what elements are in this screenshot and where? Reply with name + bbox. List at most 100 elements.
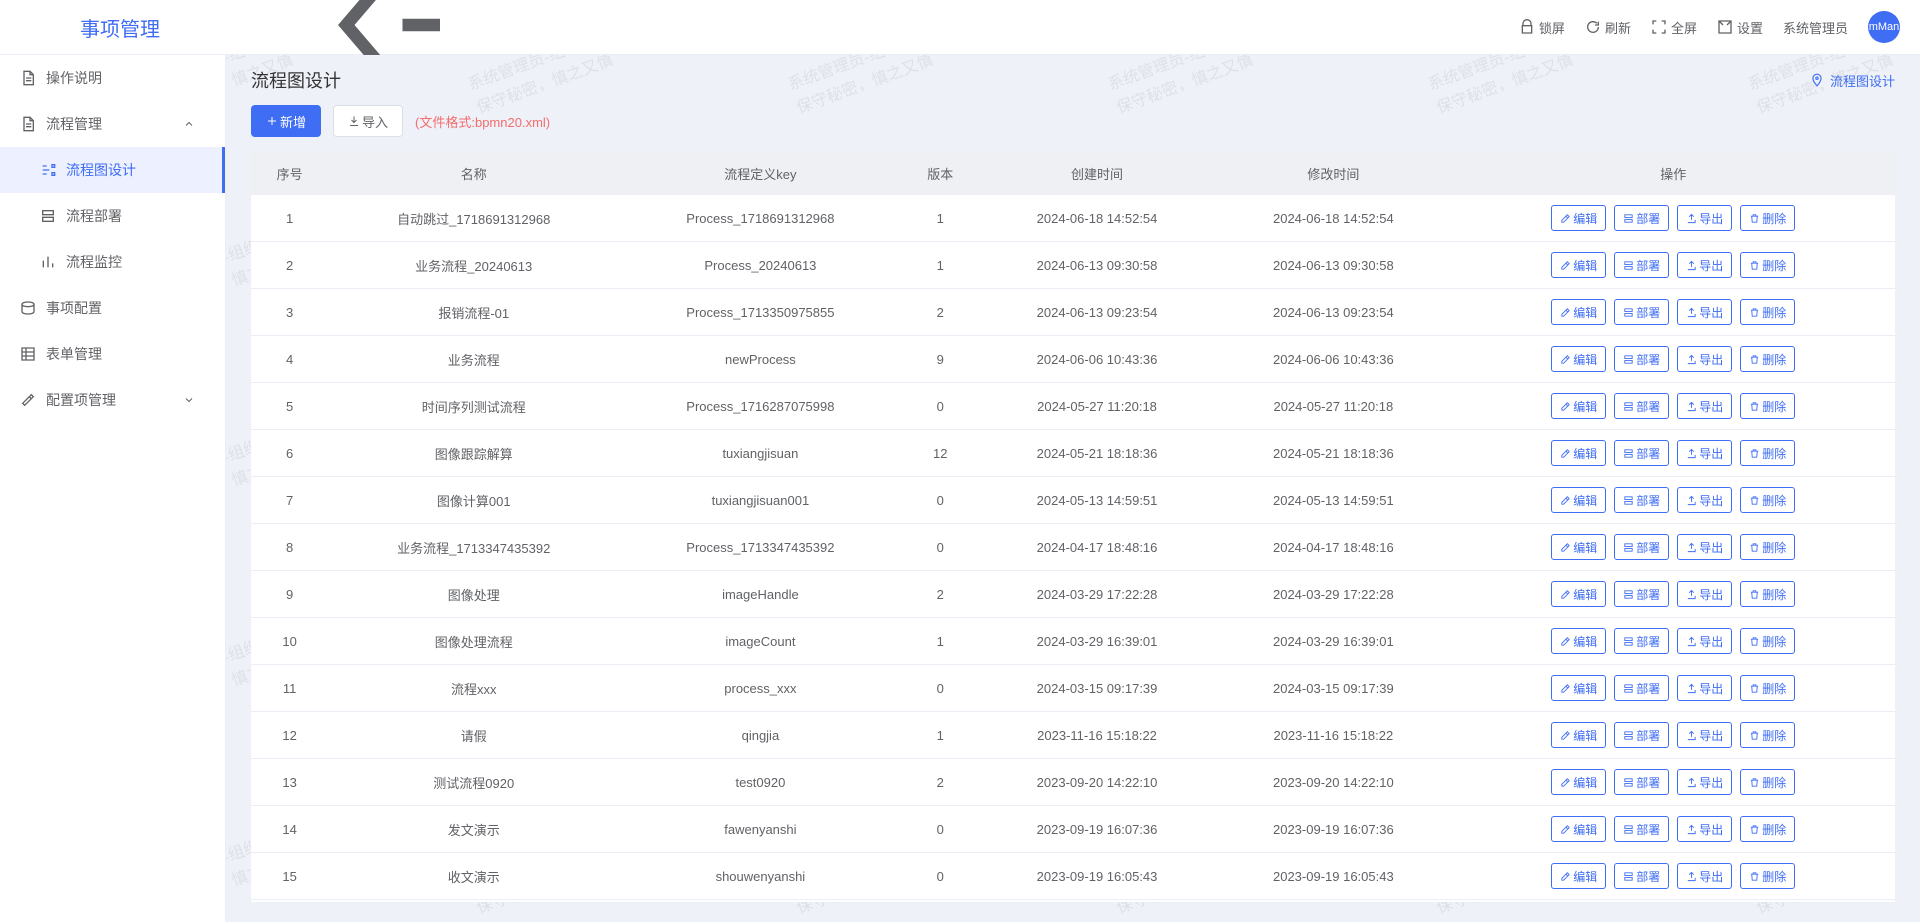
edit-button[interactable]: 编辑 [1551,205,1606,231]
deploy-icon [1623,730,1634,741]
cell-key: qingjia [619,712,901,759]
export-button[interactable]: 导出 [1677,628,1732,654]
cell-modified: 2024-05-21 18:18:36 [1215,430,1451,477]
sidebar-item-5[interactable]: 事项配置 [0,285,225,331]
edit-button[interactable]: 编辑 [1551,393,1606,419]
delete-button[interactable]: 删除 [1740,346,1795,372]
export-button[interactable]: 导出 [1677,863,1732,889]
delete-button[interactable]: 删除 [1740,581,1795,607]
export-button[interactable]: 导出 [1677,816,1732,842]
edit-button[interactable]: 编辑 [1551,534,1606,560]
export-button[interactable]: 导出 [1677,581,1732,607]
lock-screen-button[interactable]: 锁屏 [1519,18,1565,37]
add-label: 新增 [280,112,306,131]
deploy-button[interactable]: 部署 [1614,487,1669,513]
sidebar-item-2[interactable]: 流程图设计 [0,147,225,193]
cell-actions: 编辑 部署 导出 删除 [1452,806,1896,853]
edit-button[interactable]: 编辑 [1551,440,1606,466]
deploy-button[interactable]: 部署 [1614,346,1669,372]
delete-button[interactable]: 删除 [1740,252,1795,278]
header: 事项管理 锁屏 刷新 全屏 设置 系统管理员 mMan [0,0,1920,55]
delete-button[interactable]: 删除 [1740,440,1795,466]
sidebar-item-7[interactable]: 配置项管理 [0,377,225,423]
sidebar-item-label: 事项配置 [46,298,102,318]
delete-button[interactable]: 删除 [1740,205,1795,231]
settings-label: 设置 [1737,18,1763,37]
deploy-button[interactable]: 部署 [1614,722,1669,748]
export-button[interactable]: 导出 [1677,769,1732,795]
location-icon [1810,73,1824,87]
export-button[interactable]: 导出 [1677,487,1732,513]
delete-button[interactable]: 删除 [1740,722,1795,748]
settings-button[interactable]: 设置 [1717,18,1763,37]
edit-button[interactable]: 编辑 [1551,722,1606,748]
edit-icon [1560,260,1571,271]
deploy-button[interactable]: 部署 [1614,440,1669,466]
fullscreen-button[interactable]: 全屏 [1651,18,1697,37]
cell-created: 2023-11-16 15:18:22 [979,712,1215,759]
delete-icon [1749,730,1760,741]
refresh-button[interactable]: 刷新 [1585,18,1631,37]
cell-index: 8 [251,524,328,571]
table-container[interactable]: 序号名称流程定义key版本创建时间修改时间操作 1 自动跳过_171869131… [251,152,1895,902]
export-button[interactable]: 导出 [1677,534,1732,560]
flow-icon [40,162,56,178]
edit-button[interactable]: 编辑 [1551,628,1606,654]
edit-button[interactable]: 编辑 [1551,346,1606,372]
export-button[interactable]: 导出 [1677,440,1732,466]
edit-button[interactable]: 编辑 [1551,252,1606,278]
export-button[interactable]: 导出 [1677,393,1732,419]
avatar[interactable]: mMan [1868,11,1900,43]
delete-button[interactable]: 删除 [1740,675,1795,701]
delete-button[interactable]: 删除 [1740,487,1795,513]
cell-index: 2 [251,242,328,289]
edit-button[interactable]: 编辑 [1551,863,1606,889]
delete-button[interactable]: 删除 [1740,628,1795,654]
export-button[interactable]: 导出 [1677,252,1732,278]
sidebar-item-6[interactable]: 表单管理 [0,331,225,377]
user-name[interactable]: 系统管理员 [1783,18,1848,37]
deploy-button[interactable]: 部署 [1614,534,1669,560]
sidebar-item-3[interactable]: 流程部署 [0,193,225,239]
deploy-button[interactable]: 部署 [1614,299,1669,325]
deploy-button[interactable]: 部署 [1614,863,1669,889]
edit-button[interactable]: 编辑 [1551,675,1606,701]
edit-button[interactable]: 编辑 [1551,816,1606,842]
export-button[interactable]: 导出 [1677,346,1732,372]
edit-button[interactable]: 编辑 [1551,487,1606,513]
sidebar-item-4[interactable]: 流程监控 [0,239,225,285]
deploy-button[interactable]: 部署 [1614,628,1669,654]
cell-version: 2 [902,571,979,618]
export-button[interactable]: 导出 [1677,722,1732,748]
deploy-button[interactable]: 部署 [1614,769,1669,795]
delete-button[interactable]: 删除 [1740,863,1795,889]
delete-button[interactable]: 删除 [1740,299,1795,325]
delete-button[interactable]: 删除 [1740,534,1795,560]
delete-button[interactable]: 删除 [1740,816,1795,842]
wrench-icon [20,392,36,408]
add-button[interactable]: 新增 [251,105,321,137]
sidebar-item-0[interactable]: 操作说明 [0,55,225,101]
delete-icon [1749,871,1760,882]
delete-button[interactable]: 删除 [1740,393,1795,419]
sidebar-item-1[interactable]: 流程管理 [0,101,225,147]
deploy-button[interactable]: 部署 [1614,393,1669,419]
edit-button[interactable]: 编辑 [1551,769,1606,795]
export-button[interactable]: 导出 [1677,675,1732,701]
cell-actions: 编辑 部署 导出 删除 [1452,477,1896,524]
deploy-button[interactable]: 部署 [1614,205,1669,231]
import-label: 导入 [362,112,388,131]
deploy-button[interactable]: 部署 [1614,816,1669,842]
delete-button[interactable]: 删除 [1740,769,1795,795]
deploy-button[interactable]: 部署 [1614,252,1669,278]
deploy-button[interactable]: 部署 [1614,675,1669,701]
deploy-icon [1623,448,1634,459]
cell-name: 时间序列测试流程 [328,383,619,430]
edit-button[interactable]: 编辑 [1551,299,1606,325]
edit-button[interactable]: 编辑 [1551,581,1606,607]
export-button[interactable]: 导出 [1677,205,1732,231]
deploy-icon [1623,213,1634,224]
deploy-button[interactable]: 部署 [1614,581,1669,607]
import-button[interactable]: 导入 [333,105,403,137]
export-button[interactable]: 导出 [1677,299,1732,325]
